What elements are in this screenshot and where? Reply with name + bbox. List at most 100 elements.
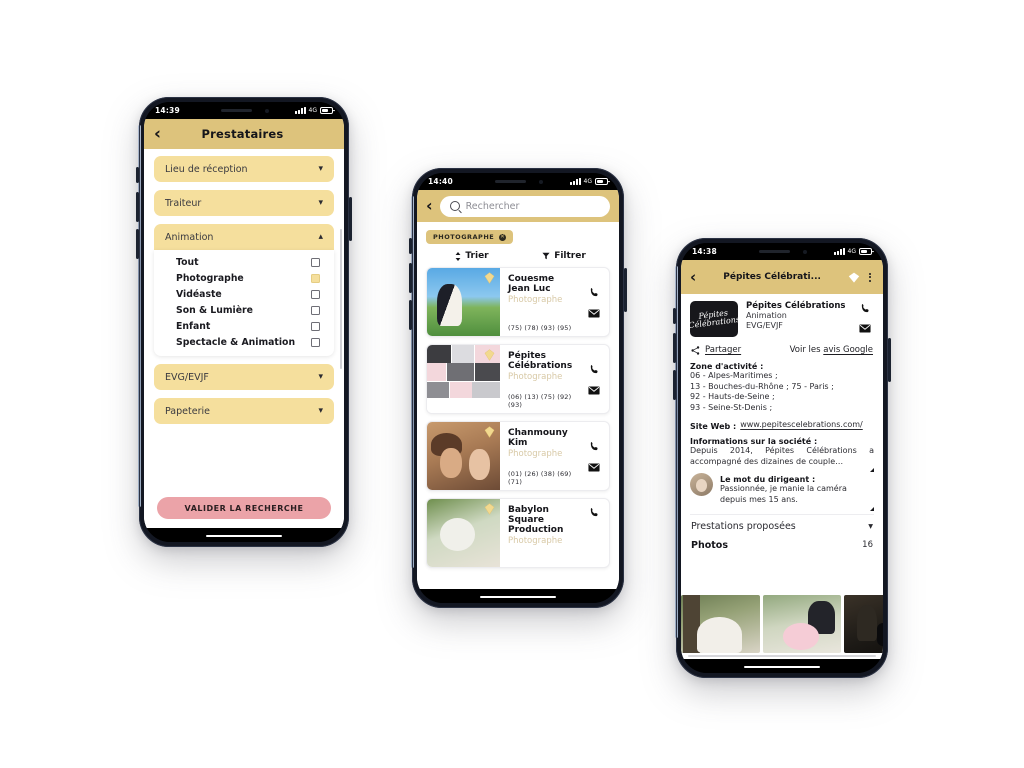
phone-3-app: ‹ Pépites Célébrati... Pépites Célébrati… [681,260,883,659]
provider-actions: Partager Voir les avis Google [691,345,873,355]
result-card[interactable]: Babylon Square Production Photographe [426,498,610,568]
filter-button[interactable]: Filtrer [518,251,610,261]
phone-2-volume-up[interactable] [409,263,412,293]
results-body: PHOTOGRAPHE ✕ Trier Filtrer Couesme Jean… [417,222,619,589]
speaker-grille [759,250,791,254]
chevron-down-icon: ▾ [318,164,323,174]
result-card[interactable]: Couesme Jean Luc Photographe (75) (78) (… [426,267,610,337]
provider-category: Photographe [508,536,563,547]
phone-2-appbar: ‹ Rechercher [417,190,619,222]
search-icon [449,201,460,211]
provider-name: Chanmouny Kim [508,428,568,449]
phone-icon[interactable] [589,287,600,298]
option-label: Enfant [176,320,211,332]
phone-icon[interactable] [589,364,600,375]
services-row[interactable]: Prestations proposées ▾ [690,513,874,538]
signal-bars-icon [833,247,845,256]
sort-button[interactable]: Trier [426,251,518,261]
option-photographe[interactable]: Photographe [154,270,334,286]
filters-list: Lieu de réception ▾ Traiteur ▾ Animation… [144,149,344,528]
phone-icon[interactable] [860,303,871,314]
checkbox[interactable] [311,289,320,299]
chevron-left-icon[interactable]: ‹ [690,269,696,285]
phone-3-mute-switch[interactable] [673,308,676,324]
phone-1-volume-down[interactable] [136,229,139,259]
accordion-papeterie[interactable]: Papeterie ▾ [154,398,334,424]
phone-2-volume-down[interactable] [409,300,412,330]
accordion-label: Papeterie [165,405,210,417]
more-vertical-icon[interactable] [866,272,874,282]
phone-3-volume-down[interactable] [673,370,676,400]
option-tout[interactable]: Tout [154,254,334,270]
phone-2-home-indicator[interactable] [480,595,556,598]
option-spectacle-animation[interactable]: Spectacle & Animation [154,334,334,350]
checkbox[interactable] [311,337,320,347]
mail-icon[interactable] [859,324,871,333]
option-enfant[interactable]: Enfant [154,318,334,334]
phone-2-power-button[interactable] [624,268,627,312]
zone-line: 93 - Seine-St-Denis ; [690,403,773,413]
photos-row[interactable]: Photos 16 [690,538,874,557]
phone-icon[interactable] [589,507,600,518]
photo-gallery[interactable] [681,595,883,653]
expand-corner-icon[interactable] [870,468,874,473]
phone-3-volume-up[interactable] [673,333,676,363]
phone-1-mute-switch[interactable] [136,167,139,183]
phone-icon[interactable] [589,441,600,452]
checkbox-checked[interactable] [311,273,320,283]
close-circle-icon[interactable]: ✕ [499,233,507,241]
checkbox[interactable] [311,321,320,331]
phone-1-app: ‹ Prestataires Lieu de réception ▾ Trait… [144,119,344,528]
expand-corner-icon[interactable] [870,506,874,511]
front-camera [538,180,543,185]
phone-2-mute-switch[interactable] [409,238,412,254]
avatar [690,473,713,497]
phone-3-home-indicator[interactable] [744,665,820,668]
provider-name: Pépites Célébrations [746,301,846,311]
phone-1-home-indicator[interactable] [206,534,282,537]
share-button[interactable]: Partager [691,345,741,355]
horizontal-scrollbar[interactable] [688,655,876,657]
scrollbar[interactable] [340,229,342,369]
accordion-lieu-de-reception[interactable]: Lieu de réception ▾ [154,156,334,182]
accordion-animation[interactable]: Animation ▴ [154,224,334,250]
chevron-left-icon[interactable]: ‹ [426,198,433,214]
search-input[interactable]: Rechercher [466,201,520,212]
gallery-photo[interactable] [762,595,842,653]
reviews-link-label: avis Google [823,345,873,355]
provider-category: Photographe [508,449,563,460]
diamond-icon[interactable] [848,272,860,283]
gallery-photo[interactable] [844,595,883,653]
mail-icon[interactable] [588,462,600,472]
accordion-evg-evjf[interactable]: EVG/EVJF ▾ [154,364,334,390]
result-card[interactable]: Chanmouny Kim Photographe (01) (26) (38)… [426,421,610,491]
option-videaste[interactable]: Vidéaste [154,286,334,302]
checkbox[interactable] [311,305,320,315]
option-son-lumiere[interactable]: Son & Lumière [154,302,334,318]
provider-name: Pépites Célébrations [508,351,573,372]
zone-line: 13 - Bouches-du-Rhône ; 75 - Paris ; [690,381,834,391]
mail-icon[interactable] [588,308,600,318]
phone-1-notch [203,102,285,119]
accordion-traiteur[interactable]: Traiteur ▾ [154,190,334,216]
sort-arrows-icon [455,251,461,261]
chevron-left-icon[interactable]: ‹ [154,125,161,143]
provider-logo-text: Pépites Célébrations [690,307,738,331]
validate-search-button[interactable]: VALIDER LA RECHERCHE [157,497,331,519]
google-reviews-link[interactable]: Voir les avis Google [790,345,873,355]
mail-icon[interactable] [588,385,600,395]
gallery-photo[interactable] [681,595,760,653]
phone-1-search-filters: 14:39 4G ‹ Prestataires Lieu de réceptio… [136,97,352,547]
active-filter-chip-photographe[interactable]: PHOTOGRAPHE ✕ [426,230,514,244]
battery-icon [595,178,608,185]
phone-1-power-button[interactable] [349,197,352,241]
phone-1-volume-up[interactable] [136,192,139,222]
phone-3-power-button[interactable] [888,338,891,382]
option-label: Son & Lumière [176,304,253,316]
search-field-wrapper[interactable]: Rechercher [439,195,610,217]
page-title: Pépites Célébrati... [723,271,821,282]
website-link[interactable]: www.pepitescelebrations.com/ [740,420,874,431]
accordion-label: Animation [165,231,214,243]
result-card[interactable]: Pépites Célébrations Photographe (06) (1… [426,344,610,414]
checkbox[interactable] [311,257,320,267]
